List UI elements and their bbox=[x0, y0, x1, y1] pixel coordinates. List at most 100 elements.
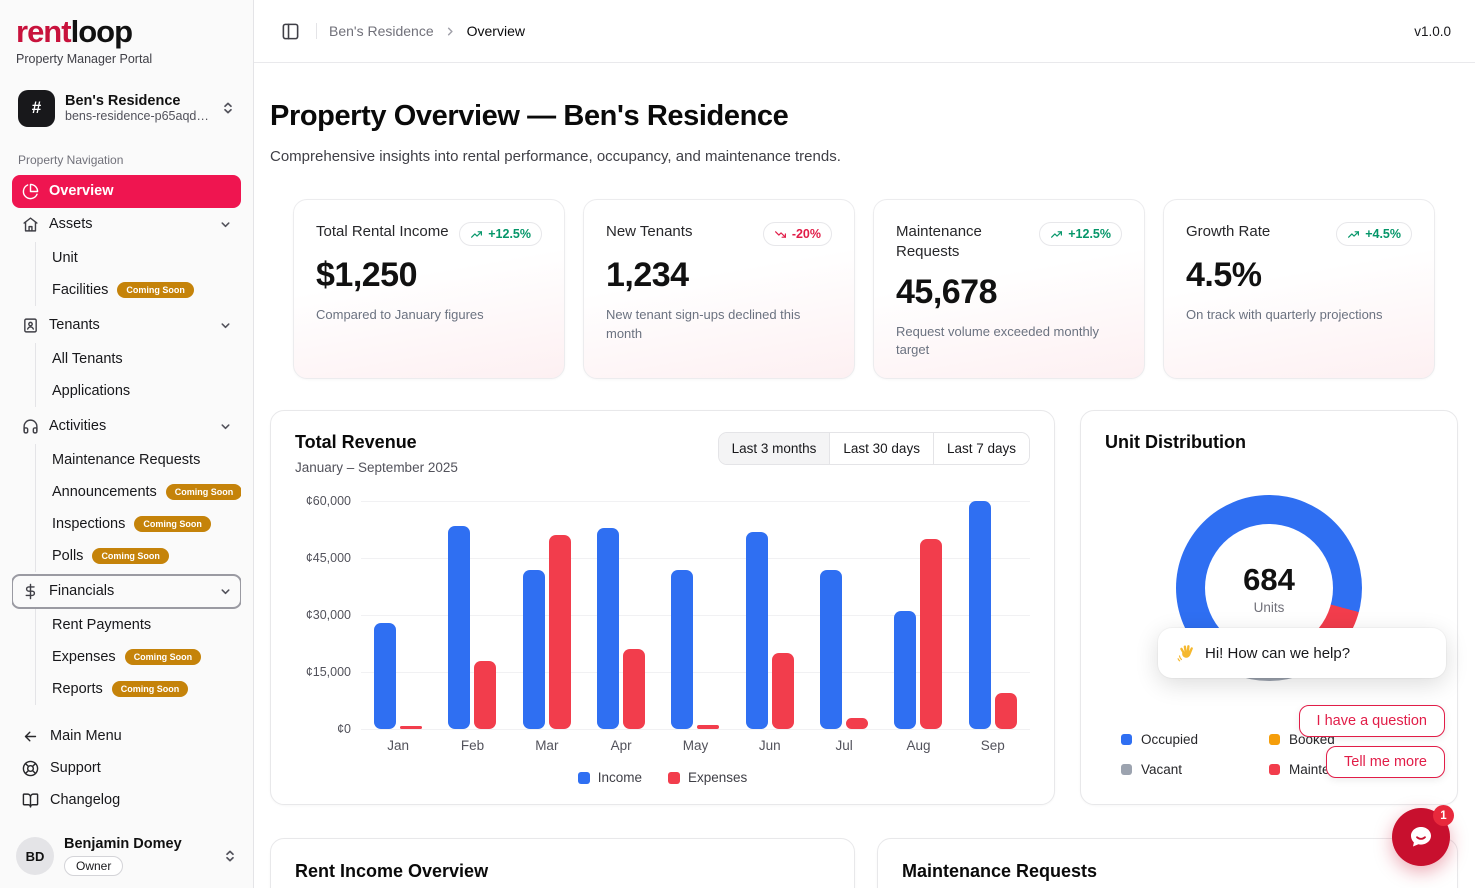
chat-quick-actions: I have a question Tell me more bbox=[1299, 705, 1445, 778]
dollar-icon bbox=[21, 582, 39, 600]
breadcrumb-parent[interactable]: Ben's Residence bbox=[329, 23, 434, 39]
maintenance-requests-card: Maintenance Requests Open and recent mai… bbox=[877, 838, 1458, 888]
book-open-icon bbox=[21, 791, 39, 809]
donut-total-value: 684 bbox=[1243, 562, 1295, 598]
expenses-bar bbox=[846, 718, 868, 729]
x-tick-label: Feb bbox=[435, 738, 509, 753]
tab-last-30-days[interactable]: Last 30 days bbox=[829, 433, 933, 464]
breadcrumb: Ben's Residence Overview bbox=[329, 23, 525, 39]
revenue-range-tabs: Last 3 months Last 30 days Last 7 days bbox=[718, 432, 1030, 465]
y-tick-label: ¢15,000 bbox=[306, 665, 351, 679]
sidebar-item-all-tenants[interactable]: All Tenants bbox=[48, 343, 241, 375]
sidebar-item-rent-payments[interactable]: Rent Payments bbox=[48, 609, 241, 641]
income-bar bbox=[894, 611, 916, 729]
y-axis: ¢0¢15,000¢30,000¢45,000¢60,000 bbox=[295, 501, 361, 729]
gridline bbox=[361, 729, 1030, 730]
avatar: BD bbox=[16, 837, 54, 875]
expenses-bar bbox=[995, 693, 1017, 729]
sidebar-footer: Main Menu Support Changelog BD Benjamin … bbox=[12, 720, 241, 878]
workspace-switcher[interactable]: # Ben's Residence bens-residence-p65aqdy… bbox=[12, 84, 241, 133]
topbar: Ben's Residence Overview v1.0.0 bbox=[254, 0, 1475, 63]
income-bar bbox=[746, 532, 768, 730]
sidebar-item-label: Financials bbox=[49, 583, 209, 599]
stat-description: New tenant sign-ups declined this month bbox=[606, 306, 832, 344]
hash-icon: # bbox=[18, 90, 55, 127]
logo-loop: loop bbox=[71, 14, 132, 49]
life-buoy-icon bbox=[21, 759, 39, 777]
sidebar-item-assets[interactable]: Assets bbox=[12, 208, 241, 241]
chat-tell-me-more-button[interactable]: Tell me more bbox=[1326, 746, 1445, 778]
sidebar-item-overview[interactable]: Overview bbox=[12, 175, 241, 208]
role-badge: Owner bbox=[64, 856, 123, 876]
sidebar-item-financials[interactable]: Financials bbox=[12, 575, 241, 608]
activities-sublist: Maintenance Requests Announcements Comin… bbox=[35, 444, 241, 572]
coming-soon-badge: Coming Soon bbox=[112, 681, 189, 697]
tenant-card-icon bbox=[21, 316, 39, 334]
sidebar-toggle-icon[interactable] bbox=[276, 17, 304, 45]
legend-occupied: Occupied bbox=[1121, 732, 1269, 747]
sidebar-nav: Overview Assets Unit Facilities Coming S… bbox=[12, 175, 241, 714]
tab-last-7-days[interactable]: Last 7 days bbox=[933, 433, 1029, 464]
main-area: Ben's Residence Overview v1.0.0 Property… bbox=[254, 0, 1475, 888]
user-menu[interactable]: BD Benjamin Domey Owner bbox=[12, 830, 241, 878]
chat-question-button[interactable]: I have a question bbox=[1299, 705, 1445, 737]
main-menu-link[interactable]: Main Menu bbox=[12, 720, 241, 752]
sidebar-item-label: Polls bbox=[52, 548, 83, 564]
sidebar-item-polls[interactable]: Polls Coming Soon bbox=[48, 540, 241, 572]
financials-sublist: Rent Payments Expenses Coming Soon Repor… bbox=[35, 609, 241, 705]
sidebar-item-unit[interactable]: Unit bbox=[48, 242, 241, 274]
x-tick-label: Mar bbox=[510, 738, 584, 753]
expenses-bar bbox=[772, 653, 794, 729]
income-bar bbox=[671, 570, 693, 730]
tab-last-3-months[interactable]: Last 3 months bbox=[719, 433, 830, 464]
sidebar-item-reports[interactable]: Reports Coming Soon bbox=[48, 673, 241, 705]
divider bbox=[316, 23, 317, 39]
sidebar-item-applications[interactable]: Applications bbox=[48, 375, 241, 407]
expenses-bar bbox=[400, 726, 422, 729]
total-revenue-card: Total Revenue January – September 2025 L… bbox=[270, 410, 1055, 805]
trending-up-icon bbox=[1050, 228, 1063, 241]
sidebar-item-announcements[interactable]: Announcements Coming Soon bbox=[48, 476, 241, 508]
chat-greeting-popup[interactable]: Hi! How can we help? bbox=[1158, 628, 1446, 678]
main-menu-label: Main Menu bbox=[50, 728, 122, 744]
x-tick-label: Jun bbox=[733, 738, 807, 753]
changelog-label: Changelog bbox=[50, 792, 120, 808]
sidebar-item-label: Facilities bbox=[52, 282, 108, 298]
sidebar-item-maintenance-requests[interactable]: Maintenance Requests bbox=[48, 444, 241, 476]
stat-card-growth-rate: Growth Rate +4.5% 4.5% On track with qua… bbox=[1163, 199, 1435, 379]
sidebar-item-label: Announcements bbox=[52, 484, 157, 500]
coming-soon-badge: Coming Soon bbox=[166, 484, 241, 500]
chat-launcher-button[interactable]: 1 bbox=[1392, 808, 1450, 866]
support-link[interactable]: Support bbox=[12, 752, 241, 784]
stat-description: On track with quarterly projections bbox=[1186, 306, 1412, 325]
sidebar-item-label: All Tenants bbox=[52, 351, 123, 367]
home-icon bbox=[21, 215, 39, 233]
sidebar-item-facilities[interactable]: Facilities Coming Soon bbox=[48, 274, 241, 306]
chevron-down-icon bbox=[219, 218, 232, 231]
sidebar-item-activities[interactable]: Activities bbox=[12, 410, 241, 443]
plot-area bbox=[361, 501, 1030, 729]
expenses-bar bbox=[920, 539, 942, 729]
legend-income: Income bbox=[578, 770, 642, 785]
arrow-left-icon bbox=[21, 727, 39, 745]
stat-label: New Tenants bbox=[606, 222, 692, 242]
vacant-swatch bbox=[1121, 764, 1132, 775]
workspace-name: Ben's Residence bbox=[65, 93, 211, 109]
x-tick-label: Jul bbox=[807, 738, 881, 753]
sidebar-item-tenants[interactable]: Tenants bbox=[12, 309, 241, 342]
bar-group-mar bbox=[510, 501, 584, 729]
x-axis: JanFebMarAprMayJunJulAugSep bbox=[361, 738, 1030, 753]
sidebar-item-label: Assets bbox=[49, 216, 209, 232]
app-version: v1.0.0 bbox=[1414, 24, 1451, 39]
chat-unread-badge: 1 bbox=[1433, 805, 1454, 826]
assets-sublist: Unit Facilities Coming Soon bbox=[35, 242, 241, 306]
stat-card-maintenance-requests: Maintenance Requests +12.5% 45,678 Reque… bbox=[873, 199, 1145, 379]
bar-group-jul bbox=[807, 501, 881, 729]
changelog-link[interactable]: Changelog bbox=[12, 784, 241, 816]
stat-value: 1,234 bbox=[606, 256, 832, 295]
x-tick-label: Jan bbox=[361, 738, 435, 753]
sidebar-item-expenses[interactable]: Expenses Coming Soon bbox=[48, 641, 241, 673]
sidebar-item-inspections[interactable]: Inspections Coming Soon bbox=[48, 508, 241, 540]
stat-card-new-tenants: New Tenants -20% 1,234 New tenant sign-u… bbox=[583, 199, 855, 379]
coming-soon-badge: Coming Soon bbox=[117, 282, 194, 298]
